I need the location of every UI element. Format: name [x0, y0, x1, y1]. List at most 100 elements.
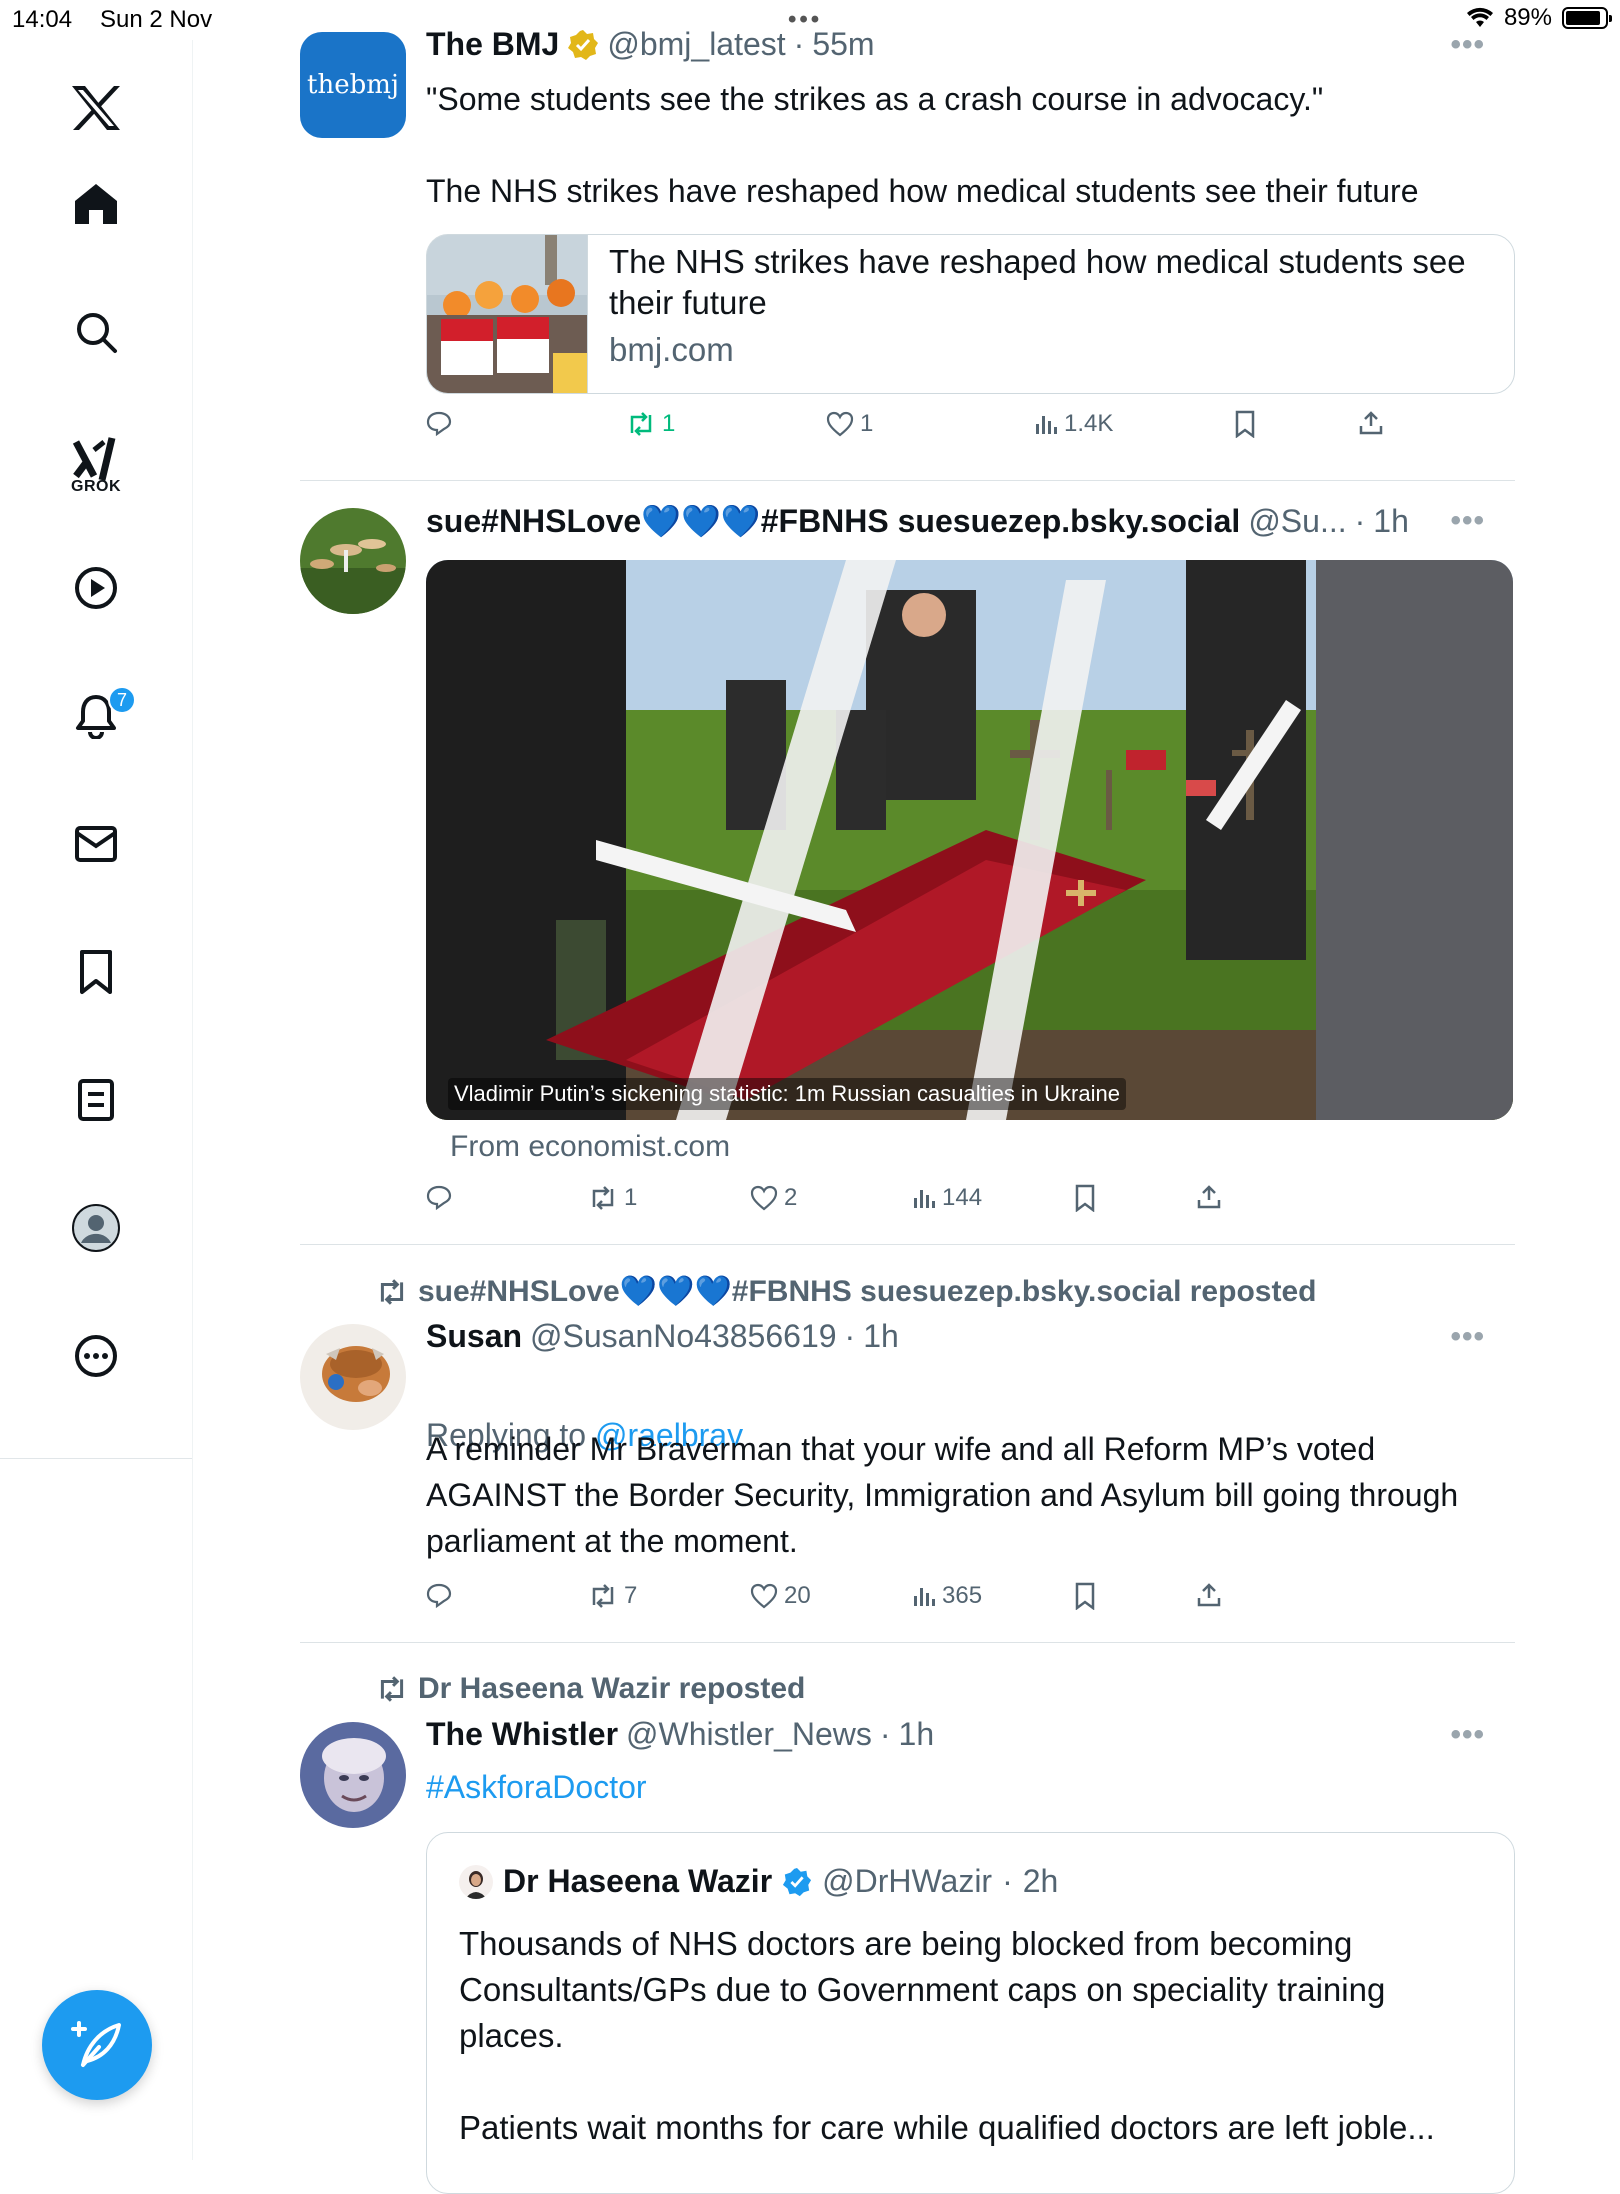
- author-name[interactable]: The Whistler: [426, 1716, 618, 1753]
- author-handle[interactable]: @SusanNo43856619: [530, 1318, 837, 1355]
- author-name[interactable]: sue#NHSLove💙💙💙#FBNHS suesuezep.bsky.soci…: [426, 502, 1240, 540]
- share-icon: [1359, 411, 1383, 435]
- repost-icon: [592, 1584, 614, 1608]
- repost-icon: [592, 1186, 614, 1210]
- heart-icon: [750, 1185, 778, 1211]
- author-handle[interactable]: @Su...: [1248, 503, 1346, 540]
- link-card[interactable]: The NHS strikes have reshaped how medica…: [426, 234, 1515, 394]
- like-count: 2: [784, 1184, 798, 1211]
- reply-icon: [426, 411, 452, 436]
- repost-icon: [630, 412, 652, 436]
- dot-separator: ·: [1354, 502, 1366, 539]
- share-button[interactable]: [1196, 1184, 1222, 1210]
- timestamp[interactable]: 1h: [863, 1318, 899, 1355]
- avatar[interactable]: thebmj: [300, 32, 406, 138]
- timestamp[interactable]: 55m: [812, 26, 874, 63]
- notification-badge: 7: [108, 686, 136, 714]
- bookmark-button[interactable]: [1234, 410, 1256, 438]
- notifications-button[interactable]: 7: [56, 676, 136, 756]
- quoted-timestamp: 2h: [1022, 1863, 1059, 1899]
- link-source[interactable]: From economist.com: [450, 1130, 730, 1164]
- bookmark-button[interactable]: [1074, 1184, 1096, 1212]
- like-count: 1: [860, 410, 874, 437]
- views-button[interactable]: 1.4K: [1034, 410, 1113, 438]
- sidebar-nav: GROK 7: [0, 40, 193, 2160]
- home-icon[interactable]: [56, 164, 136, 244]
- analytics-icon: [914, 1190, 935, 1208]
- like-button[interactable]: 1: [826, 410, 873, 438]
- share-button[interactable]: [1358, 410, 1384, 436]
- video-icon[interactable]: [56, 548, 136, 628]
- more-options-icon[interactable]: •••: [1450, 1320, 1485, 1354]
- share-button[interactable]: [1196, 1582, 1222, 1608]
- repost-context-label: Dr Haseena Wazir reposted: [418, 1672, 806, 1705]
- view-count: 365: [942, 1582, 983, 1609]
- search-icon[interactable]: [56, 292, 136, 372]
- dot-separator: ·: [879, 1716, 891, 1752]
- gold-verified-icon: [567, 29, 599, 61]
- heart-icon: [826, 411, 854, 437]
- like-button[interactable]: 20: [750, 1582, 811, 1610]
- repost-context[interactable]: Dr Haseena Wazir reposted: [376, 1672, 805, 1706]
- bookmark-button[interactable]: [1074, 1582, 1096, 1610]
- reply-button[interactable]: [426, 1184, 458, 1210]
- more-options-icon[interactable]: •••: [1450, 28, 1485, 62]
- tweet-text: A reminder Mr Braverman that your wife a…: [426, 1431, 1459, 1559]
- author-name[interactable]: Susan: [426, 1318, 522, 1355]
- reply-icon: [426, 1583, 452, 1608]
- share-icon: [1197, 1583, 1221, 1607]
- views-button[interactable]: 365: [912, 1582, 982, 1610]
- repost-count: 1: [624, 1184, 638, 1211]
- author-handle[interactable]: @Whistler_News: [626, 1716, 872, 1753]
- timeline: thebmj The BMJ @bmj_latest · 55m ••• "So…: [300, 0, 1515, 2194]
- more-options-icon[interactable]: •••: [1450, 1718, 1485, 1752]
- repost-context-label: sue#NHSLove💙💙💙#FBNHS suesuezep.bsky.soci…: [418, 1275, 1317, 1308]
- avatar: [459, 1864, 493, 1899]
- bookmark-icon[interactable]: [56, 932, 136, 1012]
- tweet-header: sue#NHSLove💙💙💙#FBNHS suesuezep.bsky.soci…: [426, 502, 1409, 540]
- views-button[interactable]: 144: [912, 1184, 982, 1212]
- x-logo-icon[interactable]: [56, 68, 136, 148]
- list-icon[interactable]: [56, 1060, 136, 1140]
- compose-plus-icon: [71, 2021, 121, 2067]
- repost-button[interactable]: 1: [588, 1184, 637, 1212]
- tweet-actions: 1 2 144: [426, 1184, 1426, 1224]
- avatar[interactable]: [300, 1324, 406, 1430]
- bookmark-icon: [1075, 1582, 1095, 1610]
- tweet-media-image[interactable]: Vladimir Putin’s sickening statistic: 1m…: [426, 560, 1513, 1120]
- avatar[interactable]: [300, 508, 406, 614]
- sidebar-divider: [0, 1458, 192, 1459]
- like-button[interactable]: 2: [750, 1184, 797, 1212]
- grok-icon[interactable]: GROK: [56, 420, 136, 520]
- hashtag-link[interactable]: #AskforaDoctor: [426, 1764, 1486, 1810]
- bmj-logo-text: thebmj: [307, 70, 399, 100]
- repost-icon: [380, 1278, 404, 1305]
- author-handle[interactable]: @bmj_latest: [607, 26, 785, 63]
- tweet-actions: 1 1 1.4K: [426, 410, 1426, 450]
- timestamp[interactable]: 1h: [1373, 503, 1409, 540]
- tweet-text: "Some students see the strikes as a cras…: [426, 81, 1419, 209]
- repost-count: 7: [624, 1582, 638, 1609]
- author-name[interactable]: The BMJ: [426, 26, 559, 63]
- tweet-actions: 7 20 365: [426, 1582, 1426, 1622]
- reply-button[interactable]: [426, 1582, 458, 1608]
- reply-icon: [426, 1185, 452, 1210]
- mail-icon[interactable]: [56, 804, 136, 884]
- more-icon[interactable]: [56, 1316, 136, 1396]
- compose-button[interactable]: [42, 1990, 152, 2100]
- profile-icon[interactable]: [56, 1188, 136, 1268]
- repost-button[interactable]: 7: [588, 1582, 637, 1610]
- tweet-separator: [300, 480, 1515, 481]
- grok-label: GROK: [71, 478, 121, 495]
- heart-icon: [750, 1583, 778, 1609]
- avatar[interactable]: [300, 1722, 406, 1828]
- timestamp[interactable]: 1h: [899, 1716, 935, 1753]
- tweet-header: The Whistler @Whistler_News · 1h: [426, 1716, 934, 1753]
- reply-button[interactable]: [426, 410, 458, 436]
- tweet-separator: [300, 1244, 1515, 1245]
- repost-button[interactable]: 1: [626, 410, 675, 438]
- battery-level: [1566, 11, 1600, 25]
- quoted-tweet[interactable]: Dr Haseena Wazir @DrHWazir · 2h Thousand…: [426, 1832, 1515, 2194]
- more-options-icon[interactable]: •••: [1450, 504, 1485, 538]
- repost-context[interactable]: sue#NHSLove💙💙💙#FBNHS suesuezep.bsky.soci…: [376, 1274, 1316, 1309]
